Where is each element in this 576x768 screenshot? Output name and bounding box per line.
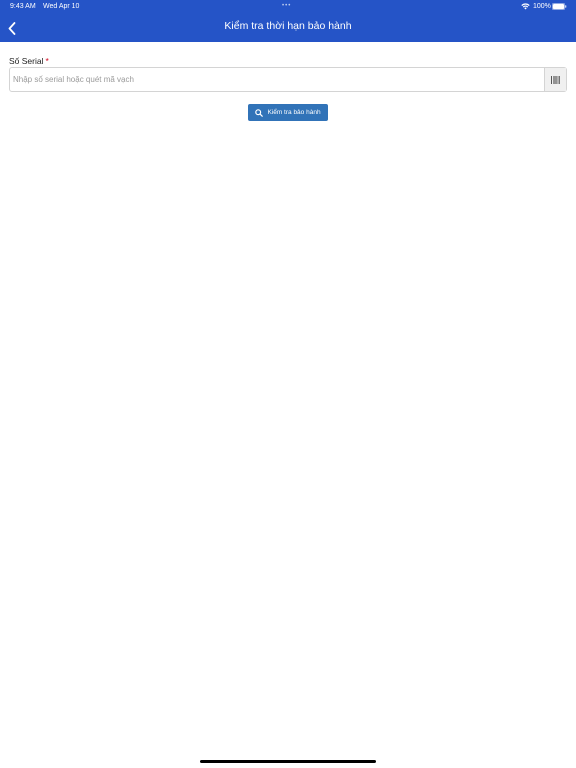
navigation-header: 9:43 AM Wed Apr 10 ••• 100% Kiểm tra thờ… (0, 0, 576, 42)
warranty-check-screen: 9:43 AM Wed Apr 10 ••• 100% Kiểm tra thờ… (0, 0, 576, 768)
required-mark: * (45, 56, 49, 66)
wifi-icon (521, 3, 530, 10)
status-date: Wed Apr 10 (43, 3, 80, 10)
status-bar: 9:43 AM Wed Apr 10 ••• 100% (0, 0, 576, 14)
barcode-icon (551, 75, 560, 84)
page-title: Kiểm tra thời hạn bảo hành (224, 20, 352, 32)
serial-label-text: Số Serial (9, 56, 44, 66)
multitasking-dots: ••• (282, 3, 292, 9)
battery-percentage: 100% (533, 3, 551, 10)
serial-input[interactable] (10, 68, 544, 91)
check-warranty-button-label: Kiểm tra bảo hành (267, 109, 321, 116)
serial-field-label: Số Serial * (9, 56, 49, 66)
home-indicator (200, 760, 376, 763)
search-icon (255, 108, 264, 117)
check-warranty-button[interactable]: Kiểm tra bảo hành (248, 104, 328, 121)
status-time: 9:43 AM (10, 3, 36, 10)
serial-input-group (9, 67, 567, 92)
barcode-scan-button[interactable] (544, 68, 566, 91)
battery-icon (552, 3, 567, 10)
